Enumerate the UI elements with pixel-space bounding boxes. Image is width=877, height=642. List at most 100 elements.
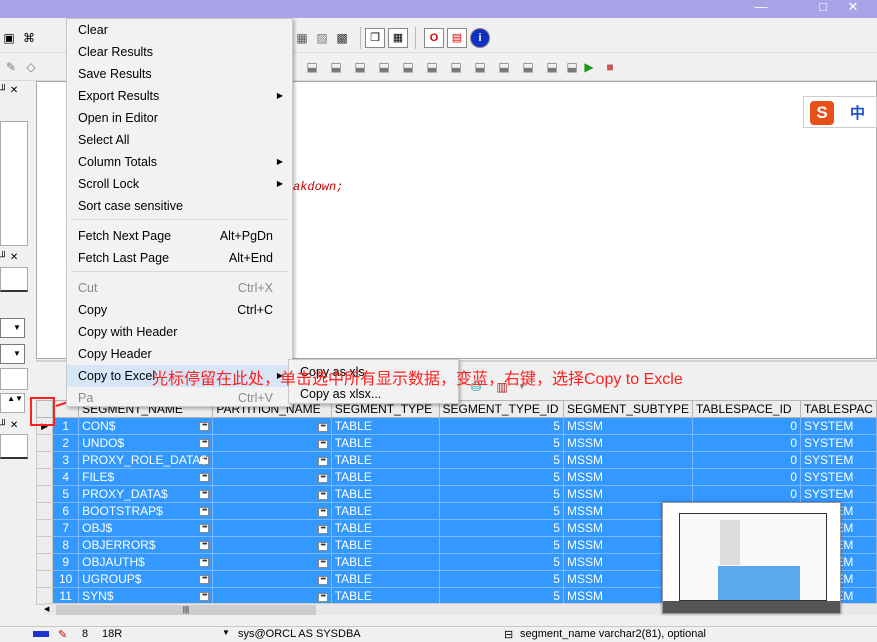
table-row[interactable]: 5 ••• PROXY_DATA$ ••• TABLE 5 MSSM 0 SYSTEM (35, 485, 877, 503)
maximize-icon[interactable]: □ (813, 0, 833, 16)
menu-item-cut[interactable]: Cut Ctrl+X (67, 277, 292, 299)
row-number[interactable]: 6 (52, 502, 80, 520)
cell-editor-button[interactable]: ••• (317, 474, 328, 483)
tile-icon[interactable]: ▦ (388, 28, 408, 48)
close-icon[interactable]: ✕ (843, 0, 863, 16)
cell-editor-button[interactable]: ••• (199, 575, 210, 584)
cell-segment-type-id[interactable]: 5 (438, 519, 564, 537)
row-number[interactable]: 1 (52, 417, 80, 435)
left-combo-1[interactable]: ▼ (0, 318, 25, 338)
table-row[interactable]: 2 ••• UNDO$ ••• TABLE 5 MSSM 0 SYSTEM (35, 434, 877, 452)
cell-editor-button[interactable]: ••• (317, 440, 328, 449)
menu-item-sort-case-sensitive[interactable]: Sort case sensitive (67, 195, 292, 217)
row-indicator[interactable] (35, 519, 54, 537)
cell-segment-type[interactable]: TABLE (330, 519, 440, 537)
menu-item-select-all[interactable]: Select All (67, 129, 292, 151)
cell-editor-button[interactable]: ••• (199, 592, 210, 601)
cell-tablespace[interactable]: SYSTEM (800, 468, 877, 486)
binoculars-icon[interactable]: ⌘ (20, 29, 38, 47)
cell-segment-type-id[interactable]: 5 (438, 485, 564, 503)
cell-segment-type-id[interactable]: 5 (438, 468, 564, 486)
cell-editor-button[interactable]: ••• (199, 422, 210, 431)
cell-segment-type[interactable]: TABLE (330, 570, 440, 588)
col-tablespace-id[interactable]: TABLESPACE_ID (691, 400, 802, 418)
cell-segment-name[interactable]: ••• CON$ (78, 417, 214, 435)
cell-editor-button[interactable]: ••• (199, 439, 210, 448)
row-indicator[interactable] (35, 468, 54, 486)
menu-item-clear-results[interactable]: Clear Results (67, 41, 292, 63)
panel-pin-2[interactable]: ╜ ✕ (0, 251, 30, 265)
chevron-down-icon[interactable]: ▼ (222, 628, 230, 637)
scroll-left-icon[interactable]: ◀ (44, 605, 54, 615)
tool-icon-12[interactable]: ⬓ (563, 58, 581, 76)
cell-editor-button[interactable]: ••• (317, 593, 328, 602)
tool-icon-7[interactable]: ⬓ (447, 58, 465, 76)
status-connection[interactable]: sys@ORCL AS SYSDBA (238, 628, 361, 640)
menu-item-column-totals[interactable]: Column Totals ▶ (67, 151, 292, 173)
left-spinner[interactable]: ▲▼ (0, 393, 25, 413)
cell-segment-type-id[interactable]: 5 (438, 536, 564, 554)
cell-segment-subtype[interactable]: MSSM (562, 485, 694, 503)
cell-segment-type[interactable]: TABLE (330, 468, 440, 486)
tool-icon-4[interactable]: ⬓ (375, 58, 393, 76)
left-combo-2[interactable]: ▼ (0, 344, 25, 364)
cell-segment-subtype[interactable]: MSSM (562, 451, 694, 469)
col-segment-subtype[interactable]: SEGMENT_SUBTYPE (562, 400, 694, 418)
cell-segment-type[interactable]: TABLE (330, 485, 440, 503)
menu-item-copy[interactable]: Copy Ctrl+C (67, 299, 292, 321)
col-tablespace[interactable]: TABLESPAC (800, 400, 877, 418)
row-number[interactable]: 11 (52, 587, 80, 605)
row-indicator[interactable] (35, 570, 54, 588)
cell-editor-button[interactable]: ••• (317, 542, 328, 551)
cell-segment-type-id[interactable]: 5 (438, 434, 564, 452)
tool-icon-2[interactable]: ⬓ (327, 58, 345, 76)
tool-icon-3[interactable]: ⬓ (351, 58, 369, 76)
cell-segment-type-id[interactable]: 5 (438, 587, 564, 605)
cell-editor-button[interactable]: ••• (199, 541, 210, 550)
cell-segment-type-id[interactable]: 5 (438, 502, 564, 520)
tool-icon-10[interactable]: ⬓ (519, 58, 537, 76)
cell-segment-name[interactable]: ••• OBJERROR$ (78, 536, 214, 554)
menu-item-clear[interactable]: Clear (67, 19, 292, 41)
pdf-icon[interactable]: ▤ (447, 28, 467, 48)
cell-segment-subtype[interactable]: MSSM (562, 434, 694, 452)
cell-segment-subtype[interactable]: MSSM (562, 468, 694, 486)
panel-pin-3[interactable]: ╜ ✕ (0, 419, 30, 433)
row-indicator[interactable] (35, 587, 54, 605)
cell-segment-name[interactable]: ••• UNDO$ (78, 434, 214, 452)
minimize-icon[interactable]: — (751, 0, 771, 16)
cell-segment-type[interactable]: TABLE (330, 434, 440, 452)
cell-segment-type[interactable]: TABLE (330, 502, 440, 520)
table-row[interactable]: 3 ••• PROXY_ROLE_DATA$ ••• TABLE 5 MSSM 0 SYSTEM (35, 451, 877, 469)
tool-icon-9[interactable]: ⬓ (495, 58, 513, 76)
cell-editor-button[interactable]: ••• (199, 507, 210, 516)
menu-item-export-results[interactable]: Export Results ▶ (67, 85, 292, 107)
menu-item-scroll-lock[interactable]: Scroll Lock ▶ (67, 173, 292, 195)
menu-item-copy-header[interactable]: Copy Header (67, 343, 292, 365)
row-number[interactable]: 7 (52, 519, 80, 537)
scroll-thumb[interactable]: ||| (56, 605, 316, 615)
row-number[interactable]: 3 (52, 451, 80, 469)
menu-item-save-results[interactable]: Save Results (67, 63, 292, 85)
menu-item-fetch-next-page[interactable]: Fetch Next Page Alt+PgDn (67, 225, 292, 247)
row-number[interactable]: 2 (52, 434, 80, 452)
cell-tablespace[interactable]: SYSTEM (800, 485, 877, 503)
cell-segment-name[interactable]: ••• FILE$ (78, 468, 214, 486)
cell-segment-name[interactable]: ••• PROXY_DATA$ (78, 485, 214, 503)
cell-editor-button[interactable]: ••• (317, 576, 328, 585)
cell-tablespace-id[interactable]: 0 (691, 485, 802, 503)
cell-editor-button[interactable]: ••• (317, 423, 328, 432)
cell-partition-name[interactable]: ••• (212, 536, 332, 554)
row-indicator[interactable] (35, 502, 54, 520)
db-icon-1[interactable]: ▦ (293, 29, 311, 47)
cell-partition-name[interactable]: ••• (212, 485, 332, 503)
info-icon[interactable]: i (470, 28, 490, 48)
cell-editor-button[interactable]: ••• (199, 524, 210, 533)
cell-segment-name[interactable]: ••• OBJAUTH$ (78, 553, 214, 571)
cell-tablespace[interactable]: SYSTEM (800, 417, 877, 435)
stop-icon[interactable]: ■ (601, 58, 619, 76)
panel-pin-1[interactable]: ╜ ✕ (0, 84, 30, 98)
cell-partition-name[interactable]: ••• (212, 434, 332, 452)
cell-segment-type[interactable]: TABLE (330, 587, 440, 605)
cell-segment-subtype[interactable]: MSSM (562, 417, 694, 435)
